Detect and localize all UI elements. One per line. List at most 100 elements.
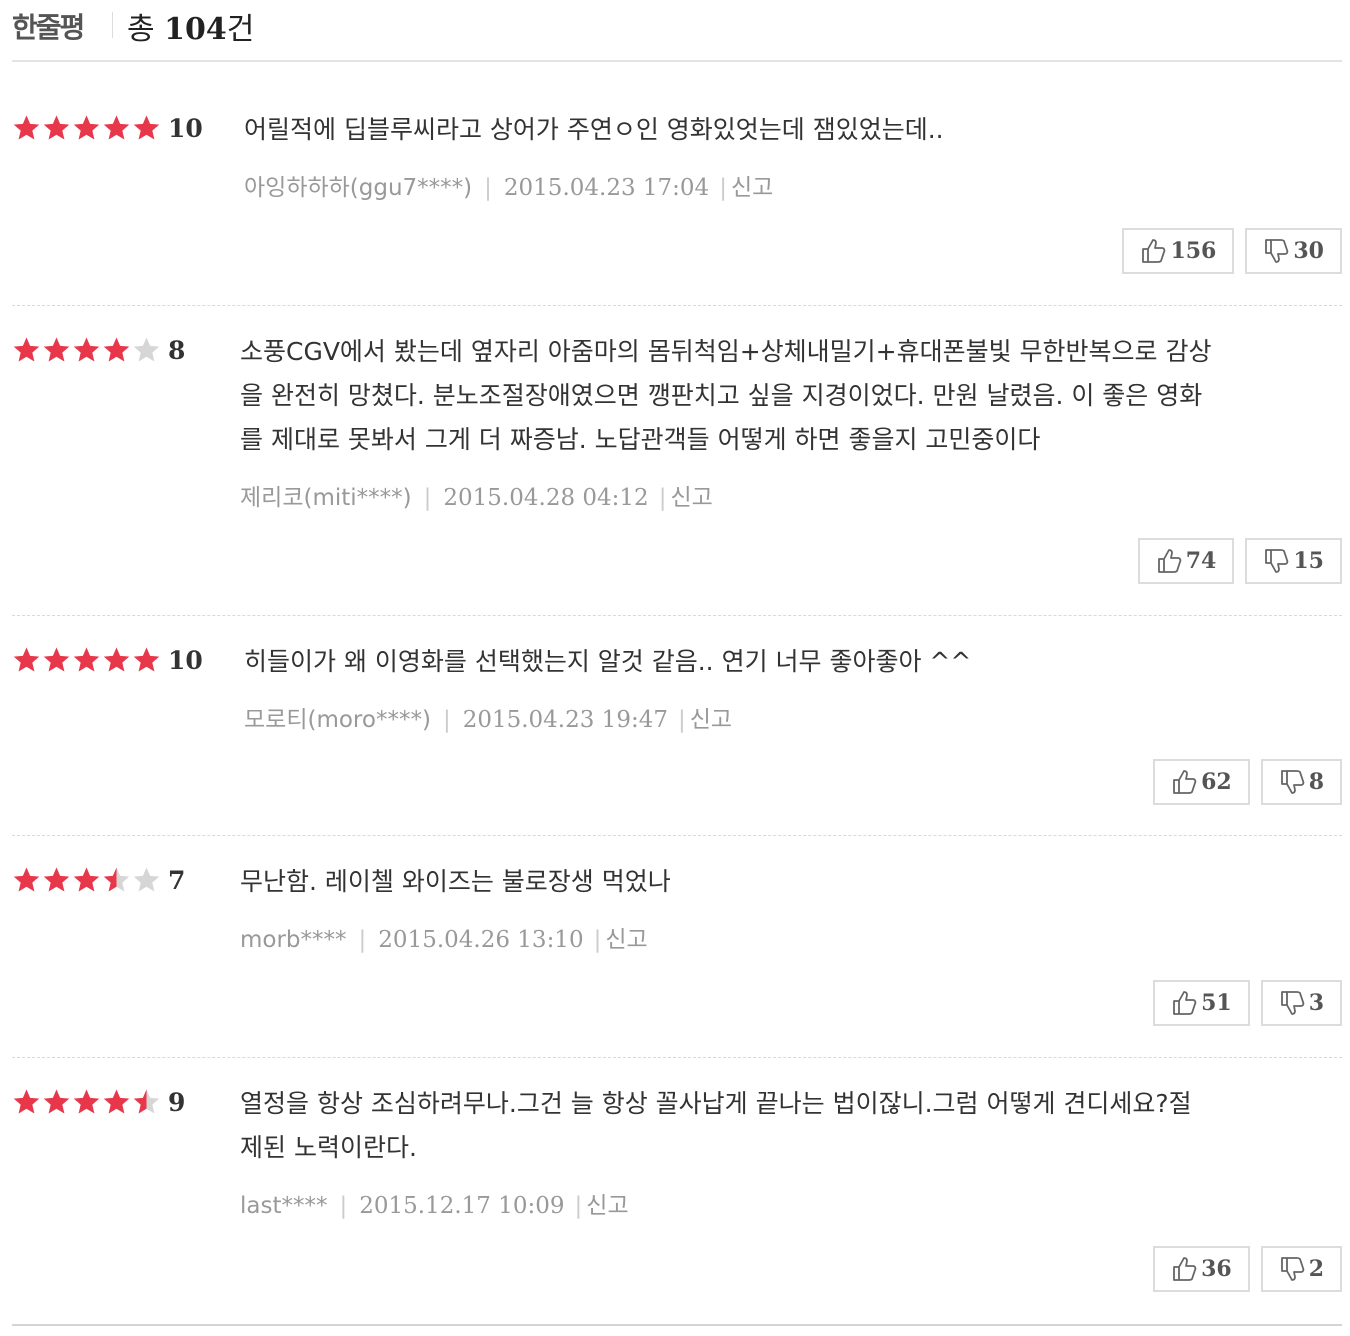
total-number: 104 <box>164 12 227 47</box>
review-text: 소풍CGV에서 봤는데 옆자리 아줌마의 몸뒤척임+상체내밀기+휴대폰불빛 무한… <box>240 330 1212 462</box>
review-text-line: 소풍CGV에서 봤는데 옆자리 아줌마의 몸뒤척임+상체내밀기+휴대폰불빛 무한… <box>240 337 1212 366</box>
author-name[interactable]: last**** <box>240 1193 328 1219</box>
review-header: 한줄평 총 104건 <box>12 0 1342 62</box>
thumbs-up-icon <box>1173 1257 1197 1281</box>
review-text-line: 히들이가 왜 이영화를 선택했는지 알것 같음.. 연기 너무 좋아좋아 ^^ <box>244 647 972 676</box>
report-link[interactable]: 신고 <box>649 485 713 511</box>
vote-buttons: 36 2 <box>1153 1246 1342 1292</box>
review-text-line: 를 제대로 못봐서 그게 더 짜증남. 노답관객들 어떻게 하면 좋을지 고민중… <box>240 425 1041 454</box>
star-icon <box>102 866 131 895</box>
dislike-button[interactable]: 30 <box>1245 228 1342 274</box>
star-rating <box>12 1088 162 1118</box>
review-item: 8 소풍CGV에서 봤는데 옆자리 아줌마의 몸뒤척임+상체내밀기+휴대폰불빛 … <box>12 306 1342 616</box>
star-icon <box>72 646 101 675</box>
author-name[interactable]: morb**** <box>240 927 347 953</box>
like-button[interactable]: 62 <box>1153 759 1250 805</box>
author-name[interactable]: 제리코(miti****) <box>240 485 412 511</box>
like-button[interactable]: 51 <box>1153 980 1250 1026</box>
review-date: 2015.04.26 13:10 <box>378 927 584 953</box>
rating-score: 10 <box>168 114 203 143</box>
dislike-button[interactable]: 2 <box>1260 1246 1342 1292</box>
like-button[interactable]: 36 <box>1153 1246 1250 1292</box>
header-divider <box>112 12 113 38</box>
thumbs-up-icon <box>1142 239 1166 263</box>
star-rating <box>12 646 162 676</box>
like-button[interactable]: 156 <box>1122 228 1235 274</box>
thumbs-up-icon <box>1173 991 1197 1015</box>
star-icon <box>42 1088 71 1117</box>
thumbs-down-icon <box>1265 549 1289 573</box>
star-icon <box>132 866 161 895</box>
review-meta: last****|2015.12.17 10:09신고 <box>240 1186 629 1220</box>
report-link[interactable]: 신고 <box>709 175 773 201</box>
review-text: 무난함. 레이첼 와이즈는 불로장생 먹었나 <box>240 860 671 904</box>
report-link[interactable]: 신고 <box>668 707 732 733</box>
star-icon <box>42 646 71 675</box>
star-rating <box>12 114 162 144</box>
star-icon <box>102 1088 131 1117</box>
vote-buttons: 51 3 <box>1153 980 1342 1026</box>
author-name[interactable]: 모로티(moro****) <box>244 707 431 733</box>
star-icon <box>132 646 161 675</box>
report-link[interactable]: 신고 <box>565 1193 629 1219</box>
star-rating <box>12 336 162 366</box>
thumbs-up-icon <box>1173 770 1197 794</box>
review-date: 2015.04.23 17:04 <box>503 175 710 201</box>
star-icon <box>72 336 101 365</box>
review-date: 2015.04.28 04:12 <box>443 485 649 511</box>
thumbs-down-icon <box>1280 1257 1304 1281</box>
dislike-count: 2 <box>1308 1256 1324 1282</box>
star-icon <box>102 336 131 365</box>
section-title: 한줄평 <box>12 11 85 44</box>
star-rating <box>12 866 162 896</box>
thumbs-down-icon <box>1280 770 1304 794</box>
star-icon <box>42 114 71 143</box>
review-text-line: 을 완전히 망쳤다. 분노조절장애였으면 깽판치고 싶을 지경이었다. 만원 날… <box>240 381 1203 410</box>
review-item: 10 히들이가 왜 이영화를 선택했는지 알것 같음.. 연기 너무 좋아좋아 … <box>12 616 1342 836</box>
like-count: 156 <box>1170 238 1217 264</box>
review-text-line: 무난함. 레이첼 와이즈는 불로장생 먹었나 <box>240 867 671 896</box>
rating-score: 7 <box>168 866 186 895</box>
review-date: 2015.12.17 10:09 <box>359 1193 565 1219</box>
review-text: 열정을 항상 조심하려무나.그건 늘 항상 꼴사납게 끝나는 법이잖니.그럼 어… <box>240 1082 1192 1170</box>
star-icon <box>132 336 161 365</box>
star-icon <box>42 336 71 365</box>
review-text-line: 제된 노력이란다. <box>240 1133 417 1162</box>
review-meta: 모로티(moro****)|2015.04.23 19:47신고 <box>244 700 732 734</box>
star-icon <box>132 1088 161 1117</box>
rating-score: 8 <box>168 336 186 365</box>
star-icon <box>12 646 41 675</box>
star-icon <box>12 336 41 365</box>
review-meta: 제리코(miti****)|2015.04.28 04:12신고 <box>240 478 713 512</box>
total-suffix: 건 <box>226 12 255 47</box>
rating-score: 9 <box>168 1088 186 1117</box>
vote-buttons: 62 8 <box>1153 759 1342 805</box>
star-icon <box>12 114 41 143</box>
thumbs-down-icon <box>1280 991 1304 1015</box>
like-count: 36 <box>1201 1256 1232 1282</box>
dislike-count: 30 <box>1293 238 1324 264</box>
star-icon <box>72 1088 101 1117</box>
dislike-button[interactable]: 3 <box>1260 980 1342 1026</box>
review-date: 2015.04.23 19:47 <box>462 707 668 733</box>
dislike-button[interactable]: 15 <box>1245 538 1342 584</box>
like-button[interactable]: 74 <box>1137 538 1235 584</box>
review-item: 10 어릴적에 딥블루씨라고 상어가 주연ㅇ인 영화있엇는데 잼있었는데.. 아… <box>12 62 1342 306</box>
review-meta: morb****|2015.04.26 13:10신고 <box>240 920 648 954</box>
author-name[interactable]: 아잉하하하(ggu7****) <box>244 175 472 201</box>
star-icon <box>102 646 131 675</box>
dislike-button[interactable]: 8 <box>1260 759 1342 805</box>
star-icon <box>12 1088 41 1117</box>
dislike-count: 3 <box>1308 990 1324 1016</box>
rating-score: 10 <box>168 646 203 675</box>
dislike-count: 15 <box>1293 548 1324 574</box>
like-count: 51 <box>1201 990 1232 1016</box>
review-text: 히들이가 왜 이영화를 선택했는지 알것 같음.. 연기 너무 좋아좋아 ^^ <box>244 640 971 684</box>
like-count: 62 <box>1201 769 1232 795</box>
total-count: 총 104건 <box>127 4 254 48</box>
report-link[interactable]: 신고 <box>584 927 648 953</box>
star-icon <box>72 866 101 895</box>
thumbs-down-icon <box>1265 239 1289 263</box>
review-item: 9 열정을 항상 조심하려무나.그건 늘 항상 꼴사납게 끝나는 법이잖니.그럼… <box>12 1058 1342 1326</box>
star-icon <box>72 114 101 143</box>
